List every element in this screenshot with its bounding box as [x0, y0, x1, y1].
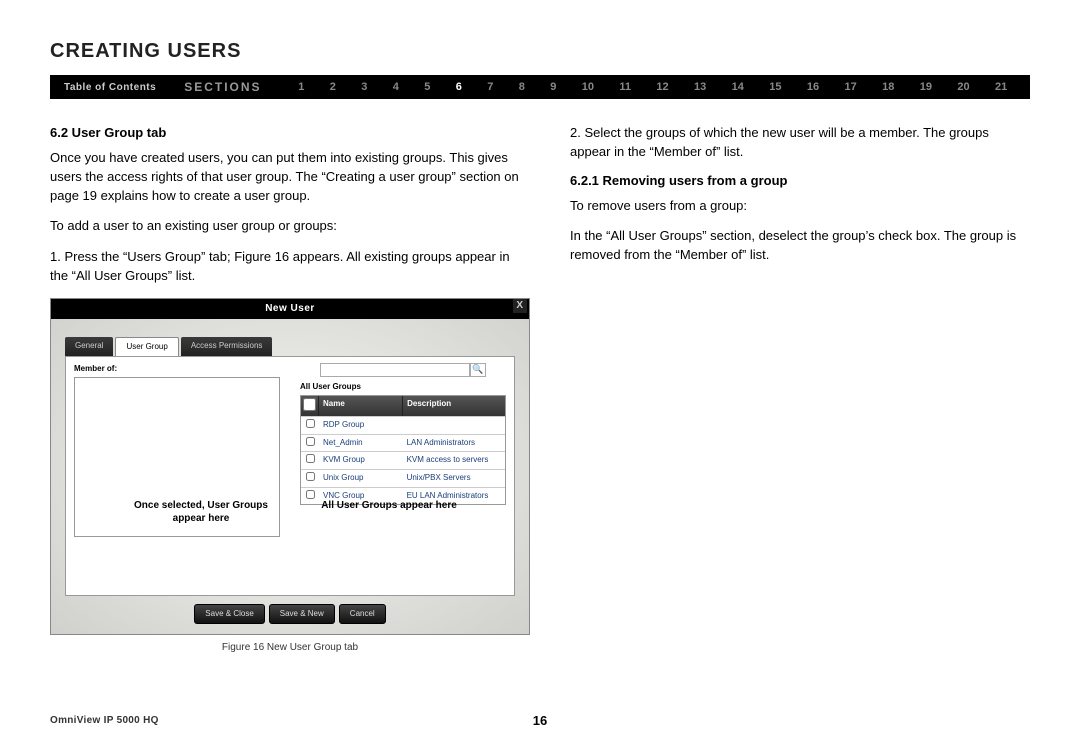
section-link-15[interactable]: 15	[769, 81, 781, 93]
left-column: 6.2 User Group tab Once you have created…	[50, 124, 530, 655]
search-input[interactable]	[320, 363, 470, 377]
right-column: 2. Select the groups of which the new us…	[570, 124, 1030, 655]
figure-16: New User X General User Group Access Per…	[50, 298, 530, 635]
row-description: KVM access to servers	[403, 452, 505, 469]
callout-all-groups: All User Groups appear here	[309, 499, 469, 512]
section-link-10[interactable]: 10	[582, 81, 594, 93]
section-link-1[interactable]: 1	[298, 81, 304, 93]
step-1: 1. Press the “Users Group” tab; Figure 1…	[50, 248, 530, 286]
paragraph: Once you have created users, you can put…	[50, 149, 530, 206]
tab-user-group[interactable]: User Group	[115, 337, 178, 356]
section-link-21[interactable]: 21	[995, 81, 1007, 93]
section-nav: Table of Contents SECTIONS 1234567891011…	[50, 75, 1030, 99]
groups-table: Name Description RDP GroupNet_AdminLAN A…	[300, 395, 506, 506]
table-row[interactable]: RDP Group	[301, 416, 505, 434]
row-name: Net_Admin	[319, 435, 403, 452]
row-checkbox[interactable]	[301, 470, 319, 487]
heading-6-2-1: 6.2.1 Removing users from a group	[570, 172, 1030, 191]
section-link-4[interactable]: 4	[393, 81, 399, 93]
section-link-16[interactable]: 16	[807, 81, 819, 93]
sections-label: SECTIONS	[170, 80, 275, 94]
section-link-2[interactable]: 2	[330, 81, 336, 93]
member-of-label: Member of:	[74, 363, 280, 375]
header-name: Name	[319, 396, 403, 417]
row-description: Unix/PBX Servers	[403, 470, 505, 487]
save-close-button[interactable]: Save & Close	[194, 604, 264, 624]
section-link-19[interactable]: 19	[920, 81, 932, 93]
section-link-11[interactable]: 11	[619, 81, 631, 93]
section-link-20[interactable]: 20	[957, 81, 969, 93]
section-link-18[interactable]: 18	[882, 81, 894, 93]
section-link-9[interactable]: 9	[550, 81, 556, 93]
row-description	[403, 417, 505, 434]
header-description: Description	[403, 396, 505, 417]
section-link-13[interactable]: 13	[694, 81, 706, 93]
step-2: 2. Select the groups of which the new us…	[570, 124, 1030, 162]
table-row[interactable]: Net_AdminLAN Administrators	[301, 434, 505, 452]
table-row[interactable]: Unix GroupUnix/PBX Servers	[301, 469, 505, 487]
search-icon[interactable]: 🔍	[470, 363, 486, 377]
row-checkbox[interactable]	[301, 417, 319, 434]
row-name: Unix Group	[319, 470, 403, 487]
heading-6-2: 6.2 User Group tab	[50, 124, 530, 143]
section-link-6[interactable]: 6	[456, 81, 462, 93]
figure-caption: Figure 16 New User Group tab	[50, 641, 530, 656]
paragraph: To add a user to an existing user group …	[50, 217, 530, 236]
header-checkbox[interactable]	[301, 396, 319, 417]
tab-access-permissions[interactable]: Access Permissions	[181, 337, 273, 356]
section-link-8[interactable]: 8	[519, 81, 525, 93]
close-icon[interactable]: X	[513, 299, 527, 313]
toc-link[interactable]: Table of Contents	[50, 82, 170, 93]
section-link-12[interactable]: 12	[656, 81, 668, 93]
paragraph: To remove users from a group:	[570, 197, 1030, 216]
dialog-title-text: New User	[265, 303, 315, 314]
all-user-groups-label: All User Groups	[300, 381, 506, 393]
dialog-title: New User X	[51, 299, 529, 320]
save-new-button[interactable]: Save & New	[269, 604, 335, 624]
product-name: OmniView IP 5000 HQ	[50, 715, 159, 726]
page-title: CREATING USERS	[50, 40, 1030, 63]
section-link-7[interactable]: 7	[487, 81, 493, 93]
page-number: 16	[533, 713, 547, 728]
section-link-5[interactable]: 5	[424, 81, 430, 93]
section-link-17[interactable]: 17	[845, 81, 857, 93]
section-link-3[interactable]: 3	[361, 81, 367, 93]
row-name: KVM Group	[319, 452, 403, 469]
paragraph: In the “All User Groups” section, desele…	[570, 227, 1030, 265]
callout-member-of: Once selected, User Groups appear here	[121, 499, 281, 525]
table-row[interactable]: KVM GroupKVM access to servers	[301, 451, 505, 469]
section-link-14[interactable]: 14	[732, 81, 744, 93]
tab-general[interactable]: General	[65, 337, 113, 356]
cancel-button[interactable]: Cancel	[339, 604, 386, 624]
row-checkbox[interactable]	[301, 452, 319, 469]
row-description: LAN Administrators	[403, 435, 505, 452]
row-name: RDP Group	[319, 417, 403, 434]
row-checkbox[interactable]	[301, 435, 319, 452]
